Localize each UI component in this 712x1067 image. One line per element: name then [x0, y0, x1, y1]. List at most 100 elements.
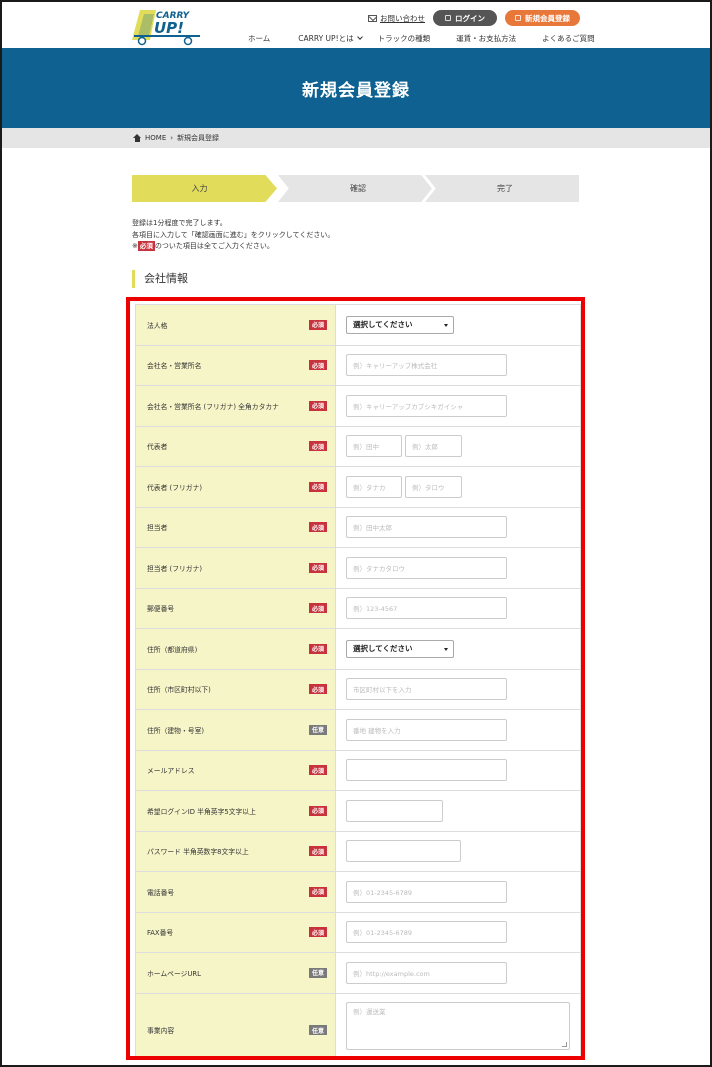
page-banner: 新規会員登録	[2, 48, 710, 128]
field-label: メールアドレス	[147, 767, 195, 776]
field-label: ホームページURL	[147, 969, 201, 978]
password-input[interactable]	[346, 840, 461, 863]
carry-up-logo[interactable]: CARRY UP!	[130, 6, 202, 46]
nav-item-faq[interactable]: よくあるご質問	[542, 33, 595, 44]
nav-item-about[interactable]: CARRY UP!とは	[298, 33, 363, 44]
intro-line-3-suffix: のついた項目は全てご入力ください。	[154, 242, 274, 250]
step-complete: 完了	[425, 175, 579, 202]
form-row-representative: 代表者 必須 例）田中 例）太郎	[135, 426, 581, 467]
legal-entity-select[interactable]: 選択してください	[346, 315, 454, 334]
chevron-down-icon	[356, 34, 363, 40]
contact-person-input[interactable]: 例）田中太郎	[346, 516, 507, 539]
optional-badge: 任意	[309, 967, 327, 978]
prefecture-select[interactable]: 選択してください	[346, 639, 454, 658]
home-icon	[133, 134, 141, 142]
global-nav: ホーム CARRY UP!とは トラックの種類 運賃・お支払方法 よくあるご質問	[240, 33, 595, 44]
company-form-table: 法人格 必須 選択してください 会社名・営業所名 必須 例）キャリーアップ株式会社 …	[135, 304, 581, 1056]
form-row-address-city: 住所（市区町村以下) 必須 市区町村以下を入力	[135, 669, 581, 710]
required-badge: 必須	[309, 522, 327, 533]
field-label: 住所（市区町村以下)	[147, 686, 211, 695]
required-badge: 必須	[309, 886, 327, 897]
email-input[interactable]	[346, 759, 507, 782]
form-row-prefecture: 住所（都道府県) 必須 選択してください	[135, 629, 581, 670]
required-badge: 必須	[309, 684, 327, 695]
breadcrumb-home[interactable]: HOME	[145, 134, 166, 142]
representative-first-kana-input[interactable]: 例）タロウ	[405, 475, 462, 498]
login-button-label: ログイン	[455, 13, 485, 23]
select-value: 選択してください	[353, 644, 413, 654]
representative-last-kana-input[interactable]: 例）タナカ	[346, 475, 402, 498]
form-row-legal-entity: 法人格 必須 選択してください	[135, 305, 581, 346]
field-label: 代表者	[147, 443, 168, 452]
highlighted-form-area: 法人格 必須 選択してください 会社名・営業所名 必須 例）キャリーアップ株式会社 …	[126, 297, 585, 1060]
field-label: 会社名・営業所名 (フリガナ) 全角カタカナ	[147, 402, 279, 411]
required-badge: 必須	[309, 643, 327, 654]
step-confirm-label: 確認	[350, 184, 366, 193]
contact-link[interactable]: お問い合わせ	[368, 13, 425, 24]
field-label: FAX番号	[147, 929, 174, 938]
dropdown-arrow-icon	[444, 323, 448, 327]
nav-item-about-label: CARRY UP!とは	[298, 34, 354, 43]
representative-first-name-input[interactable]: 例）太郎	[405, 435, 462, 458]
logo-text-main: UP!	[154, 19, 184, 37]
intro-line-1: 登録は1分程度で完了します。	[132, 219, 227, 227]
section-title: 会社情報	[132, 270, 188, 288]
register-icon	[515, 15, 521, 21]
step-confirm: 確認	[278, 175, 432, 202]
form-row-password: パスワード 半角英数字8文字以上 必須	[135, 831, 581, 872]
required-badge: 必須	[309, 400, 327, 411]
postal-code-input[interactable]: 例）123-4567	[346, 597, 507, 620]
field-label: 代表者 (フリガナ)	[147, 483, 203, 492]
field-label: 希望ログインID 半角英字5文字以上	[147, 807, 256, 816]
page-title: 新規会員登録	[302, 81, 410, 101]
field-label: 郵便番号	[147, 605, 175, 614]
form-row-representative-kana: 代表者 (フリガナ) 必須 例）タナカ 例）タロウ	[135, 467, 581, 508]
login-id-input[interactable]	[346, 799, 443, 822]
required-badge: 必須	[309, 846, 327, 857]
intro-line-3: ※ 必須 のついた項目は全てご入力ください。	[132, 241, 334, 253]
select-value: 選択してください	[353, 320, 413, 330]
form-row-company-kana: 会社名・営業所名 (フリガナ) 全角カタカナ 必須 例）キャリーアップカブシキガイ…	[135, 386, 581, 427]
homepage-url-input[interactable]: 例）http://example.com	[346, 961, 507, 984]
company-name-input[interactable]: 例）キャリーアップ株式会社	[346, 354, 507, 377]
required-badge: 必須	[309, 805, 327, 816]
fax-input[interactable]: 例）01-2345-6789	[346, 921, 507, 944]
form-row-contact-person-kana: 担当者 (フリガナ) 必須 例）タナカタロウ	[135, 548, 581, 589]
field-label: 住所（建物・号室)	[147, 726, 205, 735]
step-input-label: 入力	[191, 184, 208, 193]
form-row-email: メールアドレス 必須	[135, 750, 581, 791]
intro-line-2: 各項目に入力して「確認画面に進む」をクリックしてください。	[132, 230, 335, 239]
business-textarea[interactable]: 例）運送業	[346, 1001, 570, 1050]
phone-input[interactable]: 例）01-2345-6789	[346, 880, 507, 903]
login-button[interactable]: ログイン	[433, 10, 497, 26]
address-building-input[interactable]: 番地 建物を入力	[346, 718, 507, 741]
form-row-fax: FAX番号 必須 例）01-2345-6789	[135, 912, 581, 953]
breadcrumb-separator: ›	[170, 134, 174, 142]
address-city-input[interactable]: 市区町村以下を入力	[346, 678, 507, 701]
intro-text: 登録は1分程度で完了します。 各項目に入力して「確認画面に進む」をクリックしてく…	[132, 218, 334, 253]
nav-item-home[interactable]: ホーム	[248, 33, 270, 44]
field-label: 住所（都道府県)	[147, 645, 198, 654]
header-top-links: お問い合わせ ログイン 新規会員登録	[368, 10, 580, 26]
resize-handle-icon[interactable]	[562, 1041, 567, 1047]
register-button[interactable]: 新規会員登録	[505, 10, 580, 26]
form-row-phone: 電話番号 必須 例）01-2345-6789	[135, 872, 581, 913]
nav-item-fares[interactable]: 運賃・お支払方法	[456, 33, 516, 44]
contact-person-kana-input[interactable]: 例）タナカタロウ	[346, 556, 507, 579]
field-label: 事業内容	[147, 1027, 175, 1035]
form-row-address-building: 住所（建物・号室) 任意 番地 建物を入力	[135, 710, 581, 751]
optional-badge: 任意	[309, 1025, 327, 1035]
register-button-label: 新規会員登録	[525, 13, 570, 23]
required-badge: 必須	[309, 360, 327, 371]
required-badge: 必須	[309, 603, 327, 614]
dropdown-arrow-icon	[444, 647, 448, 651]
breadcrumb-current: 新規会員登録	[177, 134, 220, 142]
form-row-company-name: 会社名・営業所名 必須 例）キャリーアップ株式会社	[135, 345, 581, 386]
nav-item-trucks[interactable]: トラックの種類	[378, 33, 431, 44]
company-kana-input[interactable]: 例）キャリーアップカブシキガイシャ	[346, 394, 507, 417]
required-badge: 必須	[309, 927, 327, 938]
representative-last-name-input[interactable]: 例）田中	[346, 435, 402, 458]
field-label: パスワード 半角英数字8文字以上	[147, 848, 249, 857]
field-label: 担当者 (フリガナ)	[147, 564, 203, 573]
mail-icon	[368, 14, 377, 22]
